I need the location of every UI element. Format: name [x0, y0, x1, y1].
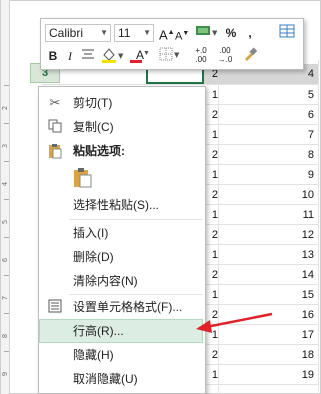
menu-item-row-height[interactable]: 行高(R)...: [39, 319, 203, 343]
format-cells-icon: [47, 299, 63, 315]
format-painter-brush-button[interactable]: [241, 46, 259, 64]
cell-b[interactable]: 5: [260, 85, 314, 105]
context-menu: ✂ 剪切(T) 复制(C) 粘贴选项: 选择性粘贴(S)... 插入(I) 删除…: [38, 86, 206, 394]
cell-b[interactable]: 15: [260, 285, 314, 305]
ruler-mark: 9: [1, 371, 9, 377]
increase-decimal-button[interactable]: +.0.00: [191, 46, 211, 64]
percent-button[interactable]: %: [223, 24, 239, 42]
paste-icon: [47, 143, 63, 159]
menu-item-paste-options: 粘贴选项:: [39, 139, 203, 163]
fill-color-button[interactable]: ▼: [101, 46, 125, 64]
cell-b[interactable]: 16: [260, 305, 314, 325]
paintbrush-icon: [245, 47, 258, 61]
scissors-icon: ✂: [49, 95, 61, 110]
column-gridline: [318, 60, 319, 394]
cell-b[interactable]: 12: [260, 225, 314, 245]
comma-button[interactable]: ,: [244, 24, 256, 42]
ruler-mark: 3: [1, 143, 9, 149]
shrink-font-button[interactable]: A▼: [175, 25, 189, 43]
grow-font-button[interactable]: A▲: [159, 24, 175, 42]
align-center-icon: [82, 49, 94, 59]
chevron-down-icon: ▼: [143, 50, 150, 57]
cell-b[interactable]: 11: [260, 205, 314, 225]
menu-item-format-cells[interactable]: 设置单元格格式(F)...: [39, 295, 203, 319]
copy-icon: [47, 119, 63, 135]
chevron-down-icon: ▼: [100, 28, 108, 37]
ruler-mark: 8: [1, 333, 9, 339]
menu-item-delete[interactable]: 删除(D): [39, 245, 203, 269]
cell-b[interactable]: 19: [260, 365, 314, 385]
vertical-ruler: 2 3 4 5 6 7 8 9: [1, 0, 10, 394]
table-icon: [279, 24, 295, 38]
accounting-format-button[interactable]: ▼: [194, 23, 218, 41]
borders-button[interactable]: ▼: [159, 46, 181, 64]
align-center-button[interactable]: [81, 47, 95, 65]
cell-b[interactable]: 10: [260, 185, 314, 205]
font-size-value: 11: [118, 26, 131, 40]
svg-text:▼: ▼: [118, 52, 124, 60]
borders-icon: ▼: [159, 47, 180, 61]
ruler-mark: 7: [1, 295, 9, 301]
cell-b[interactable]: 6: [260, 105, 314, 125]
ruler-mark: 5: [1, 219, 9, 225]
menu-item-insert[interactable]: 插入(I): [39, 221, 203, 245]
chevron-down-icon: ▼: [143, 28, 151, 37]
cell-b[interactable]: 7: [260, 125, 314, 145]
menu-item-paste-special[interactable]: 选择性粘贴(S)...: [39, 193, 203, 217]
menu-item-hide[interactable]: 隐藏(H): [39, 343, 203, 367]
paste-option-icon: [73, 167, 93, 189]
mini-toolbar: Calibri ▼ 11 ▼ A▲ A▼ ▼ % , B I ▼ A ▼ ▼ +…: [40, 18, 304, 70]
menu-item-unhide[interactable]: 取消隐藏(U): [39, 367, 203, 391]
menu-item-clear-contents[interactable]: 清除内容(N): [39, 269, 203, 293]
menu-item-paste-option[interactable]: [39, 163, 203, 193]
svg-text:▼: ▼: [174, 51, 180, 59]
italic-button[interactable]: I: [65, 47, 75, 65]
cell-b[interactable]: 17: [260, 325, 314, 345]
cell-b[interactable]: 9: [260, 165, 314, 185]
ruler-mark: 4: [1, 181, 9, 187]
accounting-format-icon: ▼: [196, 26, 218, 37]
cell-b[interactable]: 13: [260, 245, 314, 265]
menu-item-cut[interactable]: ✂ 剪切(T): [39, 91, 203, 115]
bold-button[interactable]: B: [47, 47, 59, 65]
cell-b[interactable]: 18: [260, 345, 314, 365]
font-size-dropdown[interactable]: 11 ▼: [114, 24, 154, 42]
font-color-button[interactable]: A ▼: [129, 46, 151, 64]
format-painter-button[interactable]: [278, 23, 296, 41]
cell-b[interactable]: 14: [260, 265, 314, 285]
font-name-value: Calibri: [49, 26, 84, 40]
ruler-mark: 2: [1, 105, 9, 111]
decrease-decimal-button[interactable]: .00 →.0: [215, 46, 235, 64]
font-name-dropdown[interactable]: Calibri ▼: [45, 24, 111, 42]
svg-text:▼: ▼: [212, 29, 217, 37]
fill-color-icon: ▼: [102, 48, 124, 63]
cell-b[interactable]: 8: [260, 145, 314, 165]
menu-item-copy[interactable]: 复制(C): [39, 115, 203, 139]
ruler-mark: 6: [1, 257, 9, 263]
